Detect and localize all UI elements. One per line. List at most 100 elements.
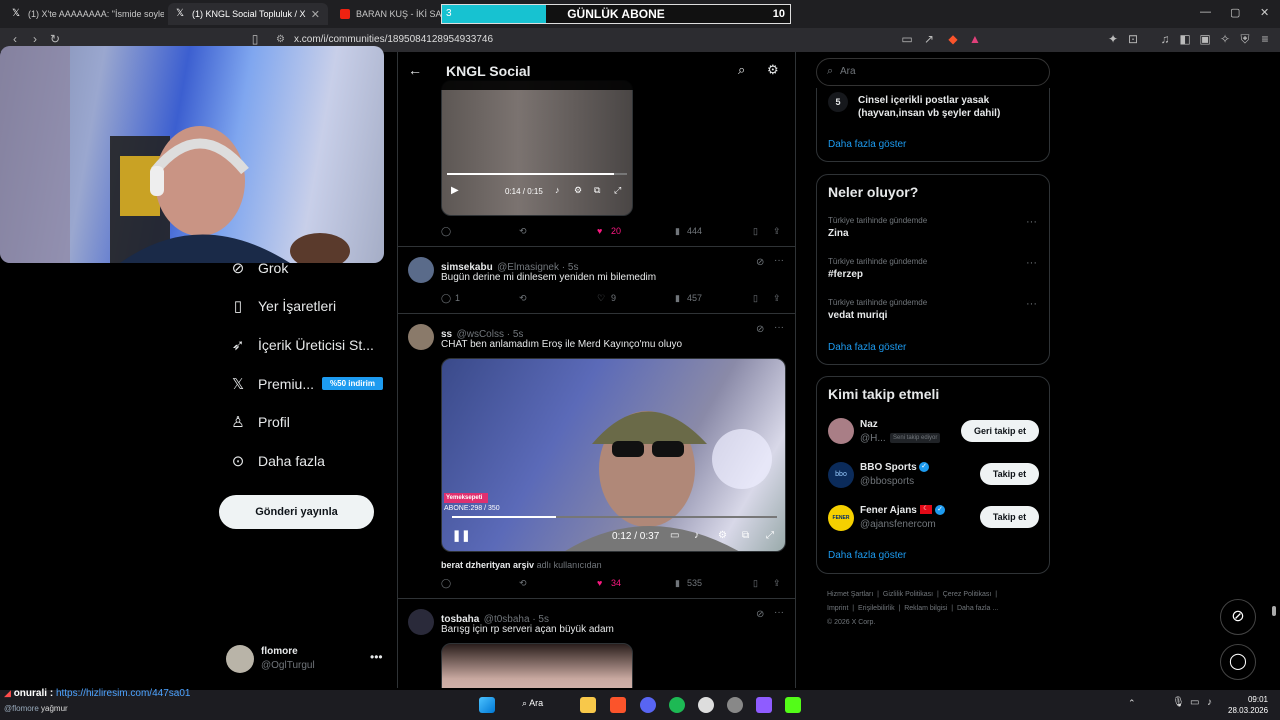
browser-tab-3[interactable]: BARAN KUŞ - İKİ SARIŞIN [332,3,442,25]
nav-premium[interactable]: 𝕏 Premiu... [228,372,314,396]
grok-icon[interactable]: ⊘ [756,324,764,335]
search-icon[interactable]: ⌕ [738,62,745,78]
post-3[interactable]: ss @wsColss · 5s ⊘ ··· CHAT ben anlamadı… [398,314,795,599]
minimize-icon[interactable]: — [1200,6,1211,18]
reply-icon[interactable]: ◯ [441,578,451,589]
bookmark-icon[interactable]: ▯ [753,578,758,589]
volume-icon[interactable]: ♪ [1207,697,1212,708]
follow-button[interactable]: Takip et [980,506,1039,528]
pause-icon[interactable]: ❚❚ [452,529,470,542]
reload-icon[interactable]: ↻ [48,32,62,46]
trend-more-icon[interactable]: ··· [1026,216,1037,228]
captions-icon[interactable]: ▭ [670,530,679,541]
trend-more-icon[interactable]: ··· [1026,257,1037,269]
post-1-video[interactable]: ▶ 0:14 / 0:15 ♪ ⚙ ⧉ ⤢ [441,80,633,216]
volume-icon[interactable]: ♪ [694,530,699,541]
grok-icon[interactable]: ⊘ [756,609,764,620]
extensions-icon[interactable]: ✦ [1106,32,1120,46]
share-icon[interactable]: ⇪ [773,226,781,237]
gear-icon[interactable]: ⚙ [767,62,779,78]
more-icon[interactable]: ··· [774,322,784,333]
fullscreen-icon[interactable]: ⤢ [614,185,621,196]
share-icon[interactable]: ↗ [922,32,936,46]
post-4[interactable]: tosbaha @t0sbaha · 5s ⊘ ··· Barışg için … [398,599,795,688]
play-icon[interactable]: ▶ [451,185,459,196]
like-icon[interactable]: ♥ [597,226,602,236]
video-progress-track[interactable] [452,516,777,518]
scrollbar-thumb[interactable] [1272,606,1276,616]
avatar[interactable] [408,609,434,635]
scrollbar[interactable] [1271,56,1277,616]
brave-icon[interactable] [610,697,626,713]
vpn-icon[interactable]: ⛨ [1238,32,1252,46]
trend-item[interactable]: Zina [828,228,849,239]
footer-link[interactable]: Gizlilik Politikası [883,591,933,598]
views-icon[interactable]: ▮ [675,578,680,589]
views-icon[interactable]: ▮ [675,293,680,304]
views-icon[interactable]: ▮ [675,226,680,237]
settings-icon[interactable]: ⚙ [718,530,727,541]
nav-more[interactable]: ⊙ Daha fazla [228,449,325,473]
rule-text[interactable]: Cinsel içerikli postlar yasak (hayvan,in… [858,94,1038,120]
trend-item[interactable]: #ferzep [828,269,863,280]
share-icon[interactable]: ⇪ [773,578,781,589]
back-arrow-icon[interactable]: ← [408,62,422,78]
footer-link[interactable]: Imprint [827,605,848,612]
search-input[interactable]: ⌕ Ara [816,58,1050,86]
back-icon[interactable]: ‹ [8,32,22,46]
more-icon[interactable]: ··· [774,607,784,618]
nav-profile[interactable]: ♙ Profil [228,410,290,434]
menu-icon[interactable]: ≡ [1258,32,1272,46]
nav-grok[interactable]: ⊘ Grok [228,256,289,280]
file-explorer-icon[interactable] [580,697,596,713]
footer-link[interactable]: Daha fazla ... [957,605,998,612]
pip-icon[interactable]: ⧉ [742,530,749,541]
install-icon[interactable]: ▭ [900,32,914,46]
browser-tab-2[interactable]: 𝕏 (1) KNGL Social Topluluk / X ✕ [168,3,328,25]
trend-more-icon[interactable]: ··· [1026,298,1037,310]
media-icon[interactable]: ♫ [1158,32,1172,46]
pip-icon[interactable]: ⧉ [594,185,600,196]
like-icon[interactable]: ♥ [597,578,602,588]
messages-icon[interactable]: ◯ [1220,644,1256,680]
avatar[interactable] [828,418,854,444]
browser-tab-1[interactable]: 𝕏 (1) X'te AAAAAAAA: "İsmide soylendi [4,3,164,25]
reply-icon[interactable]: ◯ [441,226,451,237]
footer-link[interactable]: Çerez Politikası [943,591,992,598]
avatar[interactable]: bbo [828,462,854,488]
network-icon[interactable]: ▭ [1190,697,1199,708]
nav-bookmarks[interactable]: ▯ Yer İşaretleri [228,294,336,318]
bookmark-icon[interactable]: ▯ [753,226,758,237]
wallet-icon[interactable]: ▣ [1198,32,1212,46]
bookmark-icon[interactable]: ▯ [753,293,758,304]
close-window-icon[interactable]: ✕ [1260,6,1269,19]
avatar[interactable]: FENER [828,505,854,531]
trend-item[interactable]: vedat muriqi [828,310,887,321]
sidebar-icon[interactable]: ◧ [1178,32,1192,46]
post-3-video[interactable]: Yemeksepeti ABONE:298 / 350 ❚❚ 0:12 / 0:… [441,358,786,552]
avatar[interactable] [408,324,434,350]
post-button[interactable]: Gönderi yayınla [219,495,374,529]
fullscreen-icon[interactable]: ⤢ [766,530,774,541]
grok-icon[interactable]: ⊘ [756,257,764,268]
avatar[interactable] [408,257,434,283]
volume-icon[interactable]: ♪ [555,185,560,195]
footer-link[interactable]: Erişilebilirlik [858,605,895,612]
taskbar-search[interactable]: ⌕ Ara [522,698,543,709]
close-tab-icon[interactable]: ✕ [311,8,320,21]
maximize-icon[interactable]: ▢ [1230,6,1240,19]
kick-icon[interactable] [785,697,801,713]
forward-icon[interactable]: › [28,32,42,46]
start-icon[interactable] [479,697,495,713]
settings-icon[interactable]: ⚙ [574,185,582,196]
account-switcher[interactable]: flomore @OglTurgul ••• [226,644,396,674]
bookmark-page-icon[interactable]: ▯ [248,32,262,46]
account-menu-icon[interactable]: ••• [370,650,383,664]
post-2[interactable]: simsekabu @Elmasignek · 5s ⊘ ··· Bugün d… [398,247,795,314]
repost-icon[interactable]: ⟲ [519,293,527,304]
like-icon[interactable]: ♡ [597,293,605,304]
microphone-icon[interactable]: 🎙 [1172,697,1185,708]
clock[interactable]: 09:01 28.03.2026 [1228,694,1268,716]
chat-link[interactable]: https://hizliresim.com/447sa01 [56,688,191,699]
post-4-image[interactable] [441,643,633,688]
